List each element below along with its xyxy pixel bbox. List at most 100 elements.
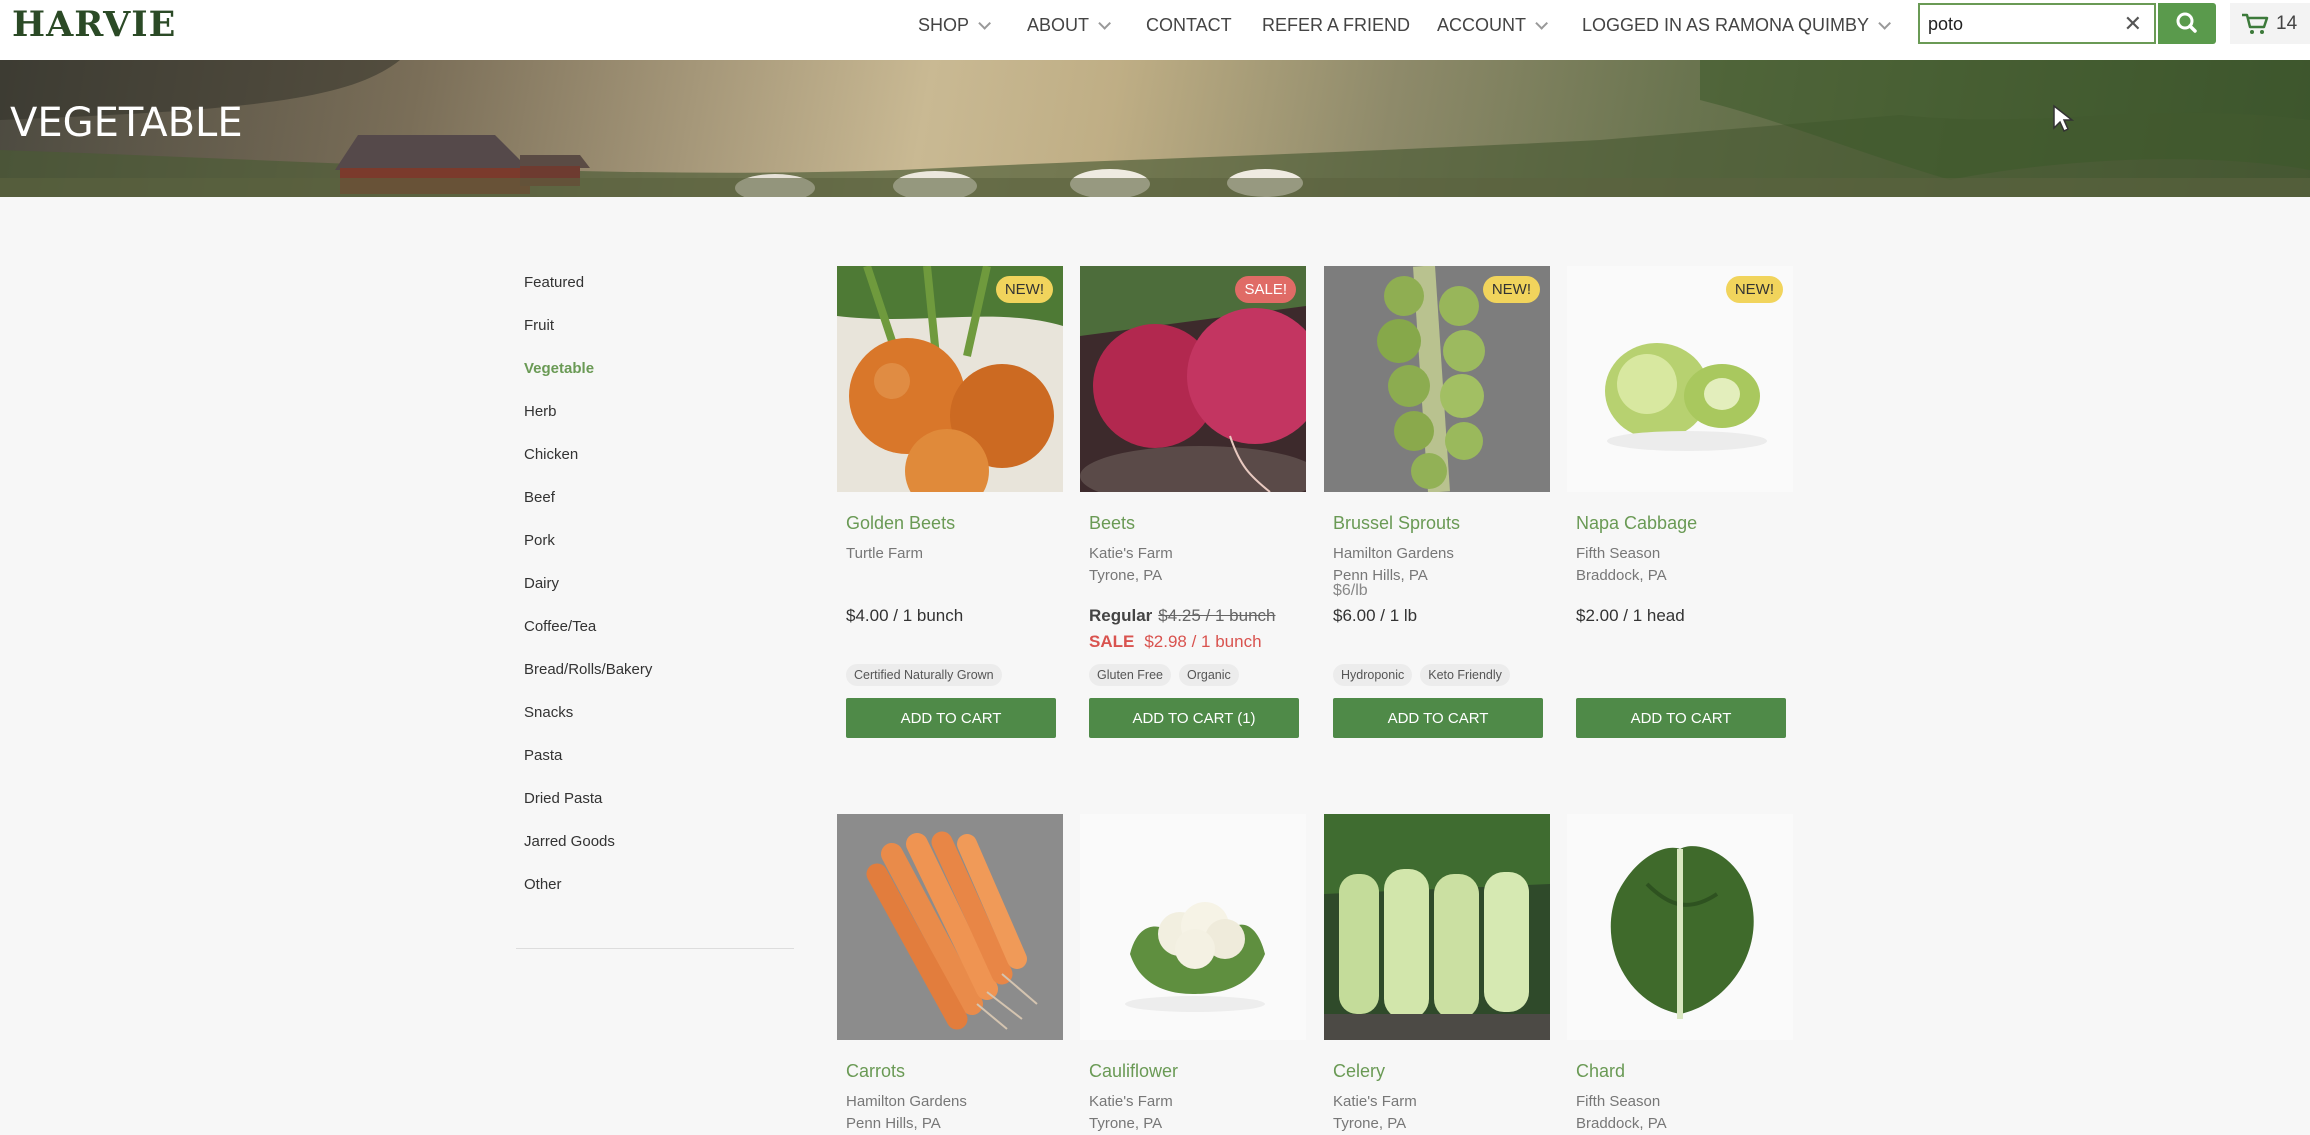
search-input[interactable] [1928, 11, 2118, 37]
farm-landscape-image [0, 60, 2310, 197]
search-button[interactable] [2158, 3, 2216, 44]
product-farm-name: Fifth Season [1576, 1093, 1661, 1110]
regular-price: $4.25 / 1 bunch [1158, 606, 1276, 625]
sidebar-item-bread-rolls-bakery[interactable]: Bread/Rolls/Bakery [524, 659, 794, 702]
product-farm-name: Fifth Season [1576, 545, 1661, 562]
product-image[interactable] [1080, 814, 1306, 1040]
new-badge: NEW! [995, 276, 1053, 303]
product-farm-location: Tyrone, PA [1089, 567, 1163, 584]
cart-icon [2242, 13, 2269, 34]
product-name[interactable]: Cauliflower [1089, 1061, 1178, 1082]
product-card-golden-beets: NEW! Golden Beets Turtle Farm $4.00 / 1 … [837, 266, 1065, 746]
sale-price: $2.98 / 1 bunch [1144, 632, 1262, 651]
product-name[interactable]: Golden Beets [846, 513, 955, 534]
product-farm[interactable]: Turtle Farm [846, 543, 923, 565]
tag-keto-friendly: Keto Friendly [1420, 664, 1510, 686]
sidebar-divider [516, 948, 794, 949]
product-farm[interactable]: Hamilton Gardens Penn Hills, PA [846, 1091, 967, 1135]
search-box: ✕ [1918, 3, 2156, 44]
product-farm-name: Katie's Farm [1333, 1093, 1417, 1110]
product-farm-location: Braddock, PA [1576, 567, 1667, 584]
sidebar-item-jarred-goods[interactable]: Jarred Goods [524, 831, 794, 874]
product-farm-name: Hamilton Gardens [1333, 545, 1454, 562]
product-tags: Hydroponic Keto Friendly [1333, 664, 1510, 686]
product-regular-price: Regular $4.25 / 1 bunch [1089, 606, 1276, 626]
tag-organic: Organic [1179, 664, 1239, 686]
product-name[interactable]: Napa Cabbage [1576, 513, 1697, 534]
product-farm[interactable]: Katie's Farm Tyrone, PA [1089, 1091, 1173, 1135]
nav-logged-in-user[interactable]: LOGGED IN AS RAMONA QUIMBY [1582, 0, 1892, 50]
product-farm-name: Katie's Farm [1089, 1093, 1173, 1110]
product-name[interactable]: Chard [1576, 1061, 1625, 1082]
sidebar-item-coffee-tea[interactable]: Coffee/Tea [524, 616, 794, 659]
nav-contact[interactable]: CONTACT [1146, 0, 1232, 50]
top-navbar: HARVIE SHOP ABOUT CONTACT REFER A FRIEND… [0, 0, 2310, 61]
mouse-cursor [2053, 104, 2074, 133]
product-farm[interactable]: Katie's Farm Tyrone, PA [1089, 543, 1173, 587]
sidebar-item-chicken[interactable]: Chicken [524, 444, 794, 487]
product-farm-location: Penn Hills, PA [846, 1115, 941, 1132]
chevron-down-icon [978, 16, 992, 30]
product-image[interactable] [837, 814, 1063, 1040]
nav-about-label: ABOUT [1027, 14, 1090, 35]
product-farm[interactable]: Katie's Farm Tyrone, PA [1333, 1091, 1417, 1135]
sale-label: SALE [1089, 632, 1135, 651]
product-price: $6.00 / 1 lb [1333, 606, 1418, 625]
chevron-down-icon [1535, 16, 1548, 30]
cart-count: 14 [2276, 12, 2298, 34]
product-image[interactable] [1567, 814, 1793, 1040]
nav-account[interactable]: ACCOUNT [1437, 0, 1548, 50]
nav-user-label: LOGGED IN AS RAMONA QUIMBY [1582, 14, 1870, 35]
sidebar-item-other[interactable]: Other [524, 874, 794, 917]
product-tags: Gluten Free Organic [1089, 664, 1239, 686]
nav-refer-a-friend[interactable]: REFER A FRIEND [1262, 0, 1410, 50]
tag-gluten-free: Gluten Free [1089, 664, 1172, 686]
category-hero-banner: VEGETABLE [0, 60, 2310, 197]
product-price: $4.00 / 1 bunch [846, 606, 964, 625]
sidebar-item-pork[interactable]: Pork [524, 530, 794, 573]
product-card-cauliflower: Cauliflower Katie's Farm Tyrone, PA [1080, 814, 1308, 1132]
cart-button[interactable]: 14 [2230, 3, 2310, 44]
chevron-down-icon [1098, 16, 1112, 30]
product-card-celery: Celery Katie's Farm Tyrone, PA [1324, 814, 1552, 1132]
add-to-cart-button[interactable]: ADD TO CART [846, 698, 1056, 738]
sale-badge: SALE! [1235, 276, 1296, 303]
product-name[interactable]: Carrots [846, 1061, 905, 1082]
add-to-cart-button[interactable]: ADD TO CART [1576, 698, 1786, 738]
nav-shop[interactable]: SHOP [918, 0, 992, 50]
harvie-logo[interactable]: HARVIE [12, 4, 176, 45]
sidebar-item-dairy[interactable]: Dairy [524, 573, 794, 616]
new-badge: NEW! [1725, 276, 1783, 303]
sidebar-item-fruit[interactable]: Fruit [524, 315, 794, 358]
sidebar-item-snacks[interactable]: Snacks [524, 702, 794, 745]
search-icon [2176, 12, 2197, 33]
product-farm[interactable]: Hamilton Gardens Penn Hills, PA [1333, 543, 1454, 587]
product-card-beets: SALE! Beets Katie's Farm Tyrone, PA Regu… [1080, 266, 1308, 746]
product-name[interactable]: Beets [1089, 513, 1135, 534]
page-title: VEGETABLE [10, 100, 243, 146]
product-card-chard: Chard Fifth Season Braddock, PA [1567, 814, 1795, 1132]
add-to-cart-button[interactable]: ADD TO CART (1) [1089, 698, 1299, 738]
product-farm-name: Katie's Farm [1089, 545, 1173, 562]
product-image[interactable] [1324, 814, 1550, 1040]
product-farm[interactable]: Fifth Season Braddock, PA [1576, 543, 1667, 587]
close-icon[interactable]: ✕ [2124, 11, 2142, 37]
add-to-cart-button[interactable]: ADD TO CART [1333, 698, 1543, 738]
product-name[interactable]: Brussel Sprouts [1333, 513, 1460, 534]
product-name[interactable]: Celery [1333, 1061, 1385, 1082]
new-badge: NEW! [1482, 276, 1540, 303]
chevron-down-icon [1878, 16, 1892, 30]
product-farm-location: Tyrone, PA [1089, 1115, 1163, 1132]
product-farm[interactable]: Fifth Season Braddock, PA [1576, 1091, 1667, 1135]
nav-about[interactable]: ABOUT [1027, 0, 1112, 50]
product-farm-name: Hamilton Gardens [846, 1093, 967, 1110]
sidebar-item-pasta[interactable]: Pasta [524, 745, 794, 788]
product-tags: Certified Naturally Grown [846, 664, 1002, 686]
sidebar-item-vegetable[interactable]: Vegetable [524, 358, 794, 401]
sidebar-item-dried-pasta[interactable]: Dried Pasta [524, 788, 794, 831]
sidebar-item-beef[interactable]: Beef [524, 487, 794, 530]
product-farm-location: Braddock, PA [1576, 1115, 1667, 1132]
sidebar-item-herb[interactable]: Herb [524, 401, 794, 444]
sidebar-item-featured[interactable]: Featured [524, 272, 794, 315]
product-card-brussel-sprouts: NEW! Brussel Sprouts Hamilton Gardens Pe… [1324, 266, 1552, 746]
